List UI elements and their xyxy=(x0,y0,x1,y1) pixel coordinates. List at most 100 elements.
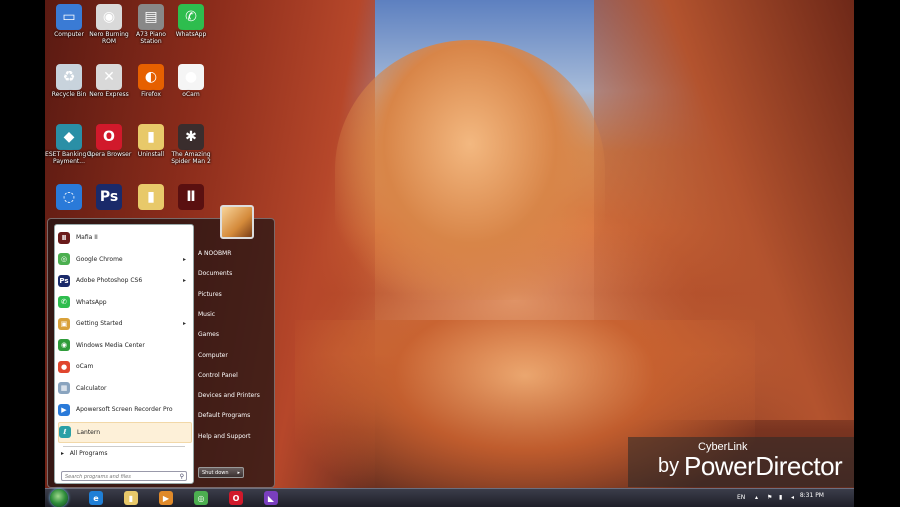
start-button[interactable] xyxy=(50,489,68,507)
powerdirector-watermark: CyberLink by PowerDirector xyxy=(628,437,854,487)
media-player-icon[interactable]: ▶ xyxy=(159,491,173,505)
desktop-icon[interactable]: Ps xyxy=(85,184,133,211)
whatsapp-icon: ✆ xyxy=(58,296,70,308)
desktop-icon[interactable]: ✕ Nero Express xyxy=(85,64,133,98)
shutdown-arrow-icon[interactable]: ▸ xyxy=(237,468,240,479)
watermark-by: by xyxy=(658,455,680,477)
start-menu-item[interactable]: ▶ Apowersoft Screen Recorder Pro xyxy=(58,400,190,419)
desktop-icon[interactable]: ● oCam xyxy=(167,64,215,98)
watermark-product: PowerDirector xyxy=(684,451,843,481)
desktop-icon-label: Nero Burning ROM xyxy=(89,31,129,45)
action-center-flag-icon[interactable]: ⚑ xyxy=(767,494,772,501)
start-menu-place-item[interactable]: Music xyxy=(198,309,268,321)
start-menu-place-item[interactable]: Default Programs xyxy=(198,410,268,422)
firefox-icon: ◐ xyxy=(138,64,164,90)
start-menu-place-item[interactable]: Pictures xyxy=(198,289,268,301)
start-menu-item[interactable]: Ps Adobe Photoshop CS6 ▸ xyxy=(58,271,190,290)
spider-man-game-icon: ✱ xyxy=(178,124,204,150)
start-menu-place-item[interactable]: Computer xyxy=(198,350,268,362)
all-programs-button[interactable]: ▸ All Programs xyxy=(61,450,108,457)
desktop-icon[interactable]: ✱ The Amazing Spider Man 2 xyxy=(167,124,215,165)
start-menu-item-label: Lantern xyxy=(77,428,101,436)
explorer-folder-icon[interactable]: ▮ xyxy=(124,491,138,505)
desktop-icon[interactable]: Ⅱ xyxy=(167,184,215,211)
start-menu-item-label: Adobe Photoshop CS6 xyxy=(76,277,143,284)
wallpaper-rock-center xyxy=(335,40,605,300)
submenu-arrow-icon[interactable]: ▸ xyxy=(183,256,186,263)
volume-icon[interactable]: ◂ xyxy=(791,494,794,501)
start-menu-item[interactable]: ● oCam xyxy=(58,357,190,376)
desktop-icon[interactable]: ◉ Nero Burning ROM xyxy=(85,4,133,45)
piano-station-icon: ▤ xyxy=(138,4,164,30)
submenu-arrow-icon[interactable]: ▸ xyxy=(183,320,186,327)
start-menu-place-item[interactable]: Devices and Printers xyxy=(198,390,268,402)
taskbar-clock[interactable]: 8:31 PM xyxy=(800,492,824,499)
start-menu: Ⅱ Mafia II ◎ Google Chrome ▸ Ps Adobe Photosho… xyxy=(47,205,275,488)
lantern-icon: ℓ xyxy=(59,426,71,438)
search-programs-input[interactable]: Search programs and files ⚲ xyxy=(61,471,187,481)
chrome-icon: ◎ xyxy=(58,253,70,265)
taskbar: e ▮ ▶ ◎ O ◣ EN ▴ ⚑ ▮ ◂ 8:31 PM xyxy=(45,488,854,507)
desktop-icon-label: WhatsApp xyxy=(175,31,207,38)
whatsapp-icon: ✆ xyxy=(178,4,204,30)
start-menu-item[interactable]: ◎ Google Chrome ▸ xyxy=(58,250,190,269)
start-menu-item[interactable]: ▦ Calculator xyxy=(58,379,190,398)
getting-started-icon: ▣ xyxy=(58,317,70,330)
search-placeholder: Search programs and files xyxy=(65,474,131,480)
language-indicator[interactable]: EN xyxy=(737,494,745,501)
computer-icon: ▭ xyxy=(56,4,82,30)
network-icon[interactable]: ▮ xyxy=(779,494,782,501)
desktop-icon[interactable]: ✆ WhatsApp xyxy=(167,4,215,38)
opera-icon[interactable]: O xyxy=(229,491,243,505)
start-menu-item-label: Calculator xyxy=(76,384,107,392)
shutdown-button[interactable]: Shut down ▸ xyxy=(198,467,244,478)
file-icon: ◌ xyxy=(56,184,82,210)
search-icon: ⚲ xyxy=(179,473,184,480)
mafia-icon: Ⅱ xyxy=(58,231,70,244)
start-menu-place-item[interactable]: A NOOBMR xyxy=(198,248,268,260)
clock-time: 8:31 PM xyxy=(799,492,824,499)
start-menu-item[interactable]: ◉ Windows Media Center xyxy=(58,336,190,355)
start-menu-place-item[interactable]: Documents xyxy=(198,268,268,280)
ocam-icon: ● xyxy=(178,64,204,90)
opera-icon: O xyxy=(96,124,122,150)
start-menu-item-label: oCam xyxy=(76,363,94,370)
start-menu-item-label: Windows Media Center xyxy=(76,341,145,349)
start-menu-item[interactable]: ℓ Lantern xyxy=(58,421,192,443)
start-menu-item[interactable]: Ⅱ Mafia II xyxy=(58,228,190,247)
desktop-icon[interactable]: O Opera Browser xyxy=(85,124,133,158)
photoshop-icon: Ps xyxy=(96,184,122,210)
all-programs-label: All Programs xyxy=(69,450,108,457)
desktop-icon-label: oCam xyxy=(182,91,200,98)
start-menu-item-label: Google Chrome xyxy=(76,255,123,263)
uninstall-folder-icon: ▮ xyxy=(138,124,164,150)
recycle-bin-icon: ♻ xyxy=(56,64,82,90)
mafia-game-icon: Ⅱ xyxy=(178,184,204,210)
start-menu-programs-panel: Ⅱ Mafia II ◎ Google Chrome ▸ Ps Adobe Photosho… xyxy=(54,224,194,484)
photoshop-icon: Ps xyxy=(58,274,70,287)
start-menu-item-label: WhatsApp xyxy=(76,298,107,306)
chrome-icon[interactable]: ◎ xyxy=(194,491,208,505)
submenu-arrow-icon[interactable]: ▸ xyxy=(183,277,186,284)
visual-studio-icon[interactable]: ◣ xyxy=(264,491,278,505)
eset-banking-icon: ◆ xyxy=(56,124,82,150)
start-menu-item-label: Getting Started xyxy=(76,320,123,327)
start-menu-item[interactable]: ✆ WhatsApp xyxy=(58,293,190,312)
internet-explorer-icon[interactable]: e xyxy=(89,491,103,505)
ocam-icon: ● xyxy=(58,360,70,373)
nero-express-icon: ✕ xyxy=(96,64,122,90)
start-menu-item[interactable]: ▣ Getting Started ▸ xyxy=(58,314,190,333)
screen-recorder-icon: ▶ xyxy=(58,403,70,416)
start-menu-place-item[interactable]: Help and Support xyxy=(198,431,268,443)
desktop-icon-label: Nero Express xyxy=(89,91,129,98)
nero-burning-rom-icon: ◉ xyxy=(96,4,122,30)
menu-divider xyxy=(63,446,185,447)
user-account-picture[interactable] xyxy=(220,205,254,239)
shutdown-label: Shut down xyxy=(202,470,229,476)
desktop-icon-label: The Amazing Spider Man 2 xyxy=(171,151,211,165)
start-menu-item-label: Apowersoft Screen Recorder Pro xyxy=(76,406,173,413)
tray-arrow-icon[interactable]: ▴ xyxy=(755,494,758,501)
desktop-icon-label: Opera Browser xyxy=(86,151,132,158)
start-menu-place-item[interactable]: Control Panel xyxy=(198,370,268,382)
start-menu-place-item[interactable]: Games xyxy=(198,329,268,341)
